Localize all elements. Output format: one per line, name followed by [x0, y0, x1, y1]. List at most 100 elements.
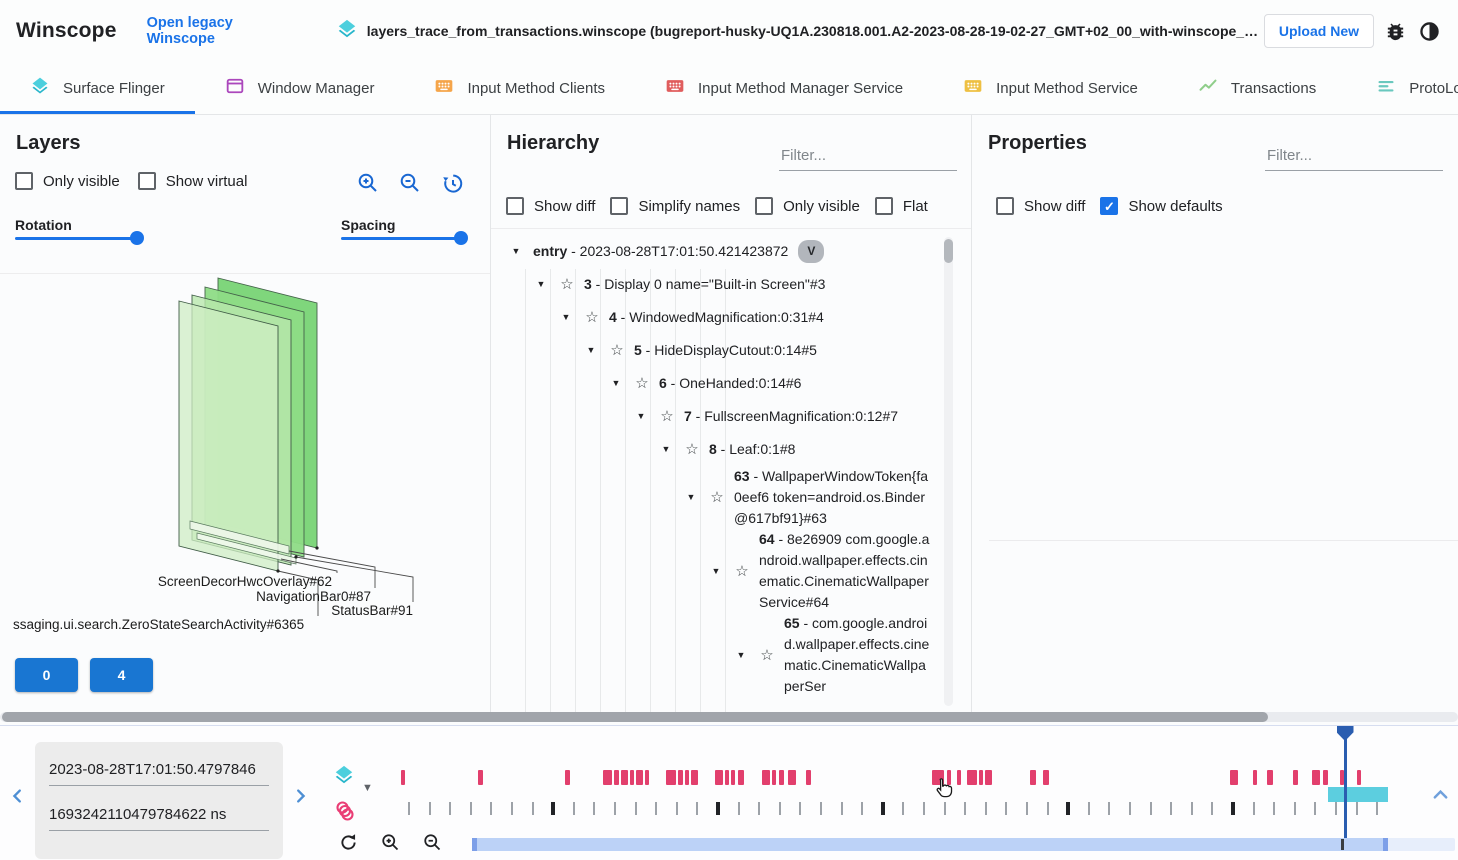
spacing-slider[interactable] [341, 231, 461, 245]
tab-transactions[interactable]: Transactions [1168, 62, 1346, 114]
timeline-tick [573, 802, 575, 815]
collapse-caret-icon[interactable]: ▼ [507, 241, 525, 262]
tree-row[interactable]: ▼☆ 65 - com.google.android.wallpaper.eff… [491, 613, 971, 697]
flat-checkbox[interactable]: Flat [875, 197, 928, 215]
zoom-slider-right-handle[interactable] [1383, 838, 1388, 851]
star-icon[interactable]: ☆ [733, 561, 751, 582]
tree-row[interactable]: ▼☆ 3 - Display 0 name="Built-in Screen"#… [491, 268, 971, 301]
tab-surface-flinger[interactable]: Surface Flinger [0, 62, 195, 114]
show-defaults-checkbox[interactable]: Show defaults [1100, 197, 1222, 215]
zoom-slider-left-handle[interactable] [472, 838, 477, 851]
timeline-tick [779, 802, 781, 815]
tab-input-method-clients[interactable]: Input Method Clients [404, 62, 635, 114]
collapse-caret-icon[interactable]: ▼ [532, 274, 550, 295]
timeline-tick [1191, 802, 1193, 815]
star-icon[interactable]: ☆ [583, 307, 601, 328]
tab-input-method-service[interactable]: Input Method Service [933, 62, 1168, 114]
tab-window-manager[interactable]: Window Manager [195, 62, 405, 114]
rings-icon[interactable] [333, 799, 357, 828]
next-entry-button[interactable] [290, 786, 310, 806]
theme-toggle-icon[interactable] [1416, 18, 1442, 44]
tab-input-method-manager-service[interactable]: Input Method Manager Service [635, 62, 933, 114]
timestamp-human-input[interactable] [49, 752, 269, 786]
timeline-tick-row [400, 761, 1400, 841]
timeline-tick [1150, 802, 1152, 815]
trace-tab-bar: Surface Flinger Window Manager Input Met… [0, 62, 1458, 115]
timeline-tick [1314, 802, 1316, 815]
collapse-caret-icon[interactable]: ▼ [582, 340, 600, 361]
star-icon[interactable]: ☆ [708, 487, 726, 508]
bug-report-icon[interactable] [1382, 18, 1408, 44]
timeline-tick [738, 802, 740, 815]
tab-protolog[interactable]: ProtoLog [1346, 62, 1458, 114]
timeline-tick [593, 802, 595, 815]
collapse-timeline-button[interactable] [1430, 784, 1450, 804]
star-icon[interactable]: ☆ [683, 439, 701, 460]
hierarchy-scrollbar-track[interactable] [944, 237, 953, 706]
tree-row[interactable]: ▼☆ 8 - Leaf:0:1#8 [491, 433, 971, 466]
upload-new-button[interactable]: Upload New [1264, 14, 1374, 48]
tree-row[interactable]: ▼☆ 7 - FullscreenMagnification:0:12#7 [491, 400, 971, 433]
tree-row[interactable]: ▼ entry - 2023-08-28T17:01:50.421423872V [491, 235, 971, 268]
star-icon[interactable]: ☆ [608, 340, 626, 361]
tree-row[interactable]: ▼☆ 6 - OneHanded:0:14#6 [491, 367, 971, 400]
tree-row[interactable]: ▼☆ 63 - WallpaperWindowToken{fa0eef6 tok… [491, 466, 971, 529]
layers-icon [30, 76, 50, 100]
collapse-caret-icon[interactable]: ▼ [732, 645, 750, 666]
timeline-cursor[interactable] [1344, 728, 1347, 838]
tree-row[interactable]: ▼☆ 5 - HideDisplayCutout:0:14#5 [491, 334, 971, 367]
collapse-caret-icon[interactable]: ▼ [707, 561, 725, 582]
open-legacy-link[interactable]: Open legacy Winscope [147, 15, 300, 47]
collapse-caret-icon[interactable]: ▼ [607, 373, 625, 394]
hierarchy-filter-input[interactable] [779, 141, 957, 171]
timeline-tick [635, 802, 637, 815]
collapse-caret-icon[interactable]: ▼ [657, 439, 675, 460]
properties-filter-input[interactable] [1265, 141, 1443, 171]
layer-label: StatusBar#91 [331, 603, 413, 618]
zoom-out-icon[interactable] [397, 170, 423, 196]
display-button-4[interactable]: 4 [90, 658, 153, 692]
timeline-zoom-slider-range[interactable] [472, 838, 1388, 851]
zoom-in-icon[interactable] [379, 831, 401, 853]
refresh-icon[interactable] [337, 831, 359, 853]
properties-title: Properties [988, 132, 1087, 155]
tree-row[interactable]: ▼☆ 64 - 8e26909 com.google.android.wallp… [491, 529, 971, 613]
timeline-tick [944, 802, 946, 815]
timeline-tick [532, 802, 534, 815]
tab-label: Surface Flinger [63, 80, 165, 97]
layers-icon[interactable] [333, 764, 357, 791]
simplify-names-checkbox[interactable]: Simplify names [610, 197, 740, 215]
rotation-slider[interactable] [15, 231, 137, 245]
timeline-tick [861, 802, 863, 815]
timestamp-ns-input[interactable] [49, 797, 269, 831]
collapse-caret-icon[interactable]: ▼ [632, 406, 650, 427]
star-icon[interactable]: ☆ [633, 373, 651, 394]
tab-label: ProtoLog [1409, 80, 1458, 97]
star-icon[interactable]: ☆ [558, 274, 576, 295]
display-button-0[interactable]: 0 [15, 658, 78, 692]
reset-view-history-icon[interactable] [439, 170, 465, 196]
timeline-tick [1088, 802, 1090, 815]
rotation-slider-thumb[interactable] [130, 231, 144, 245]
show-virtual-checkbox[interactable]: Show virtual [138, 172, 248, 190]
star-icon[interactable]: ☆ [758, 645, 776, 666]
show-diff-checkbox[interactable]: Show diff [506, 197, 595, 215]
show-diff-checkbox[interactable]: Show diff [996, 197, 1085, 215]
horizontal-scrollbar-thumb[interactable] [2, 712, 1268, 722]
star-icon[interactable]: ☆ [658, 406, 676, 427]
trace-dropdown-caret-icon[interactable]: ▼ [362, 782, 373, 794]
previous-entry-button[interactable] [8, 786, 28, 806]
spacing-slider-thumb[interactable] [454, 231, 468, 245]
tree-row[interactable]: ▼☆ 4 - WindowedMagnification:0:31#4 [491, 301, 971, 334]
timeline-tick [923, 802, 925, 815]
hierarchy-scrollbar-thumb[interactable] [944, 239, 953, 263]
hierarchy-title: Hierarchy [507, 132, 599, 155]
collapse-caret-icon[interactable]: ▼ [682, 487, 700, 508]
only-visible-checkbox[interactable]: Only visible [15, 172, 120, 190]
zoom-in-icon[interactable] [355, 170, 381, 196]
timeline-tick [1066, 802, 1070, 815]
timeline-tick [902, 802, 904, 815]
collapse-caret-icon[interactable]: ▼ [557, 307, 575, 328]
only-visible-checkbox[interactable]: Only visible [755, 197, 860, 215]
timeline-canvas[interactable] [400, 761, 1400, 841]
